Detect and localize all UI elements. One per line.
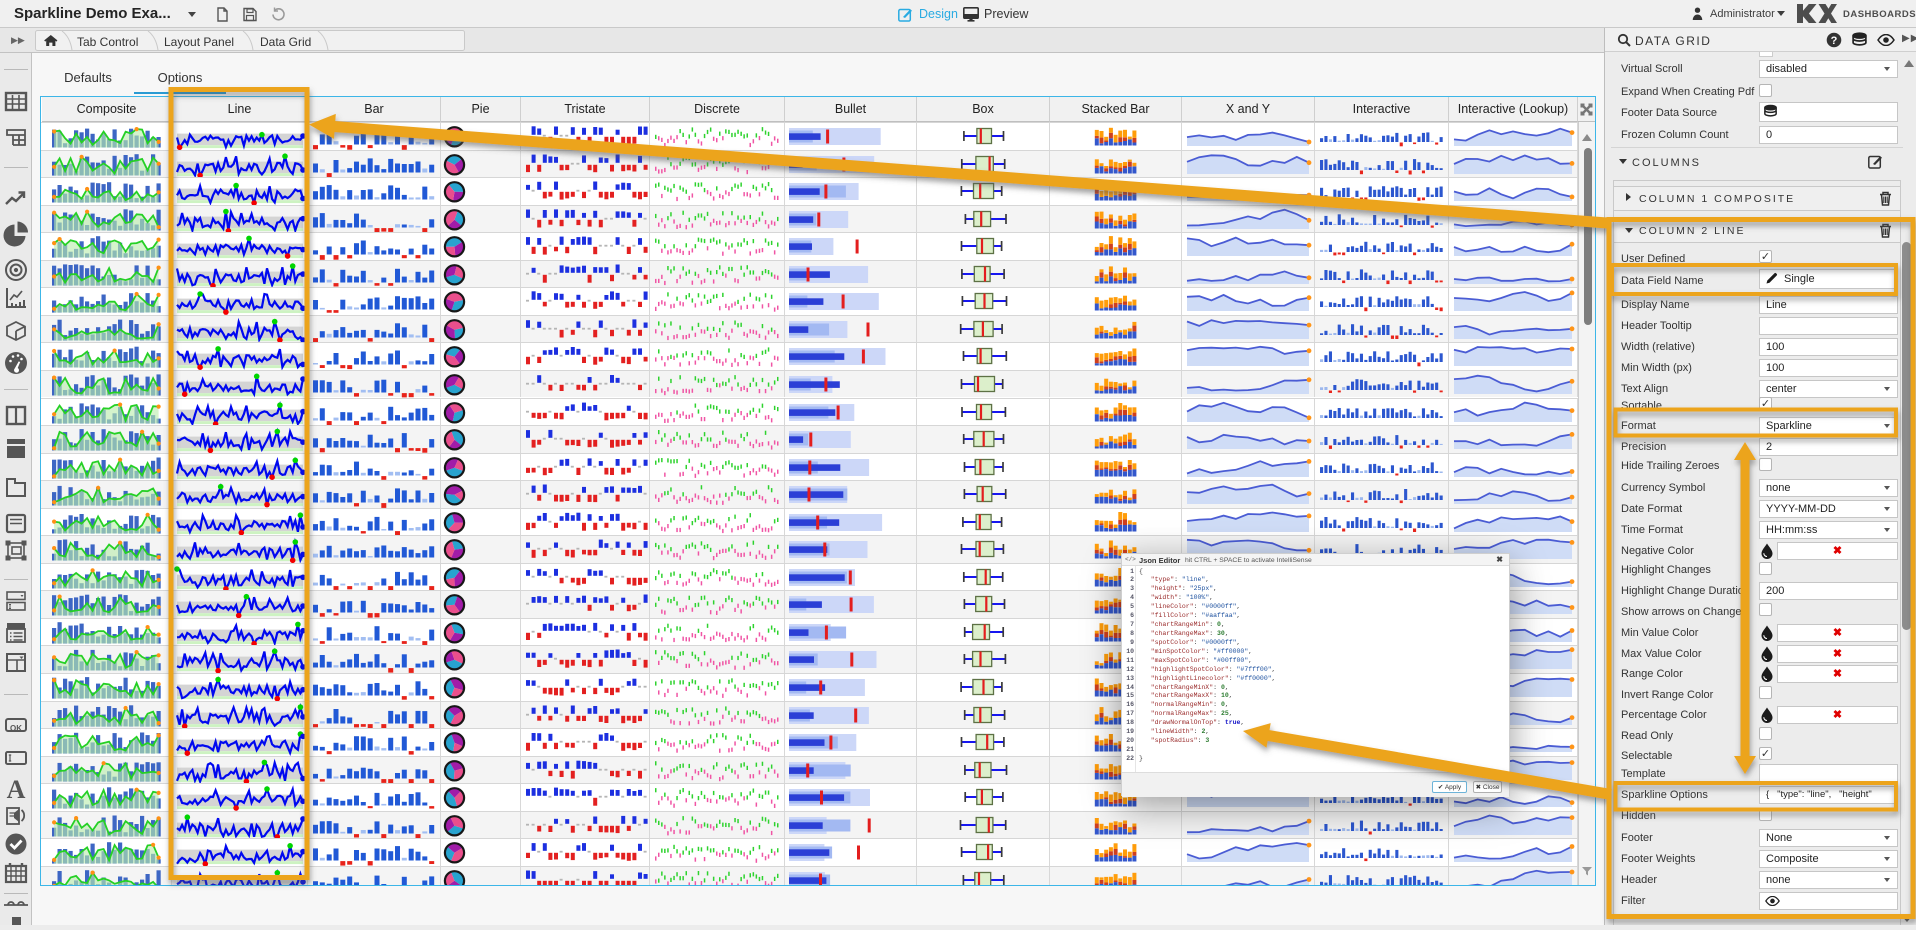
svg-text:A: A [7, 775, 26, 804]
svg-text:OK: OK [10, 724, 22, 733]
